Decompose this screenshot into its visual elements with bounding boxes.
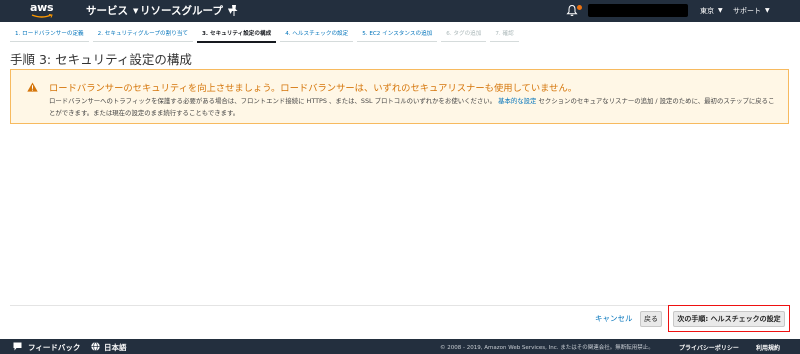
resource-groups-menu-label: リソースグループ (140, 5, 223, 17)
step-configure-health-check[interactable]: 4. ヘルスチェックの設定 (280, 28, 354, 42)
back-button[interactable]: 戻る (640, 311, 662, 327)
next-step-button-highlight[interactable]: 次の手順: ヘルスチェックの設定 (668, 305, 790, 332)
security-warning-alert: ロードバランサーのセキュリティを向上させましょう。ロードバランサーは、いずれのセ… (10, 69, 789, 124)
step-add-ec2-instances[interactable]: 5. EC2 インスタンスの追加 (357, 28, 438, 42)
alert-body-text: ロードバランサーへのトラフィックを保護する必要がある場合は、フロントエンド接続に… (49, 97, 497, 105)
alert-title: ロードバランサーのセキュリティを向上させましょう。ロードバランサーは、いずれのセ… (49, 83, 578, 94)
chevron-down-icon: ▼ (718, 7, 723, 14)
alert-body: ロードバランサーへのトラフィックを保護する必要がある場合は、フロントエンド接続に… (49, 95, 779, 119)
footer: フィードバック 日本語 © 2008 - 2019, Amazon Web Se… (0, 339, 800, 354)
globe-icon (91, 342, 100, 351)
services-menu[interactable]: サービス ▼ (86, 3, 138, 18)
support-menu-label: サポート (733, 7, 761, 15)
terms-of-use-link[interactable]: 利用規約 (756, 343, 780, 352)
cancel-link[interactable]: キャンセル (595, 313, 633, 324)
wizard-steps: 1. ロードバランサーの定義 2. セキュリティグループの割り当て 3. セキュ… (10, 28, 523, 43)
feedback-icon (13, 342, 22, 351)
aws-smile-icon (31, 14, 53, 18)
step-configure-security-settings[interactable]: 3. セキュリティ設定の構成 (197, 28, 277, 43)
step-review: 7. 確認 (490, 28, 519, 42)
page-title: 手順 3: セキュリティ設定の構成 (10, 52, 192, 67)
chevron-down-icon: ▼ (133, 7, 139, 15)
chevron-down-icon: ▼ (765, 7, 770, 14)
pin-icon[interactable] (229, 4, 239, 17)
warning-icon (27, 82, 38, 92)
region-menu-label: 東京 (700, 7, 714, 15)
next-step-button[interactable]: 次の手順: ヘルスチェックの設定 (673, 311, 785, 327)
support-menu[interactable]: サポート ▼ (733, 6, 770, 16)
notification-dot (577, 5, 582, 10)
step-assign-security-groups[interactable]: 2. セキュリティグループの割り当て (92, 28, 194, 42)
basic-configuration-link[interactable]: 基本的な設定 (498, 97, 536, 105)
aws-logo[interactable]: aws (30, 1, 56, 21)
step-define-load-balancer[interactable]: 1. ロードバランサーの定義 (10, 28, 89, 42)
top-navigation-bar: aws サービス ▼ リソースグループ ▼ 東京 ▼ サポート ▼ (0, 0, 800, 22)
feedback-link[interactable]: フィードバック (28, 342, 80, 353)
region-menu[interactable]: 東京 ▼ (700, 6, 723, 16)
step-add-tags: 6. タグの追加 (441, 28, 487, 42)
services-menu-label: サービス (86, 5, 128, 17)
language-selector[interactable]: 日本語 (104, 342, 127, 353)
account-menu[interactable] (588, 4, 688, 17)
aws-logo-text: aws (30, 1, 54, 14)
copyright-text: © 2008 - 2019, Amazon Web Services, Inc.… (440, 345, 654, 351)
resource-groups-menu[interactable]: リソースグループ ▼ (140, 3, 233, 18)
privacy-policy-link[interactable]: プライバシーポリシー (679, 343, 739, 352)
